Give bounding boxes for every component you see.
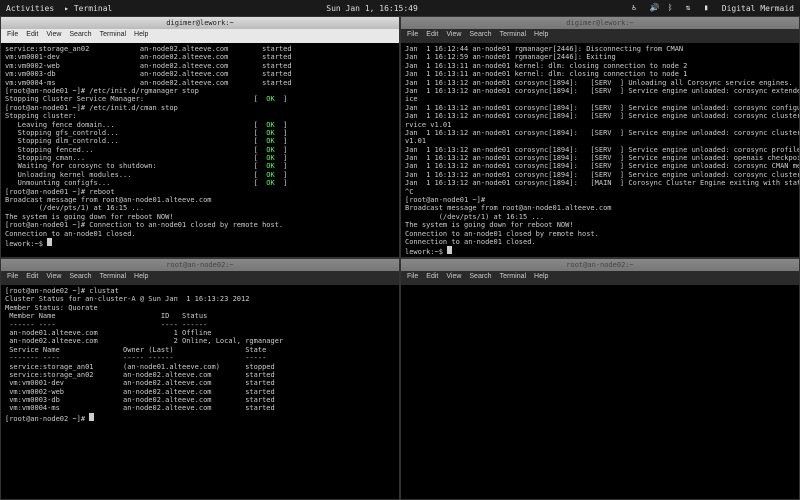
app-menu[interactable]: ▸ Terminal: [64, 4, 112, 13]
menu-terminal[interactable]: Terminal: [500, 31, 526, 41]
titlebar-br[interactable]: root@an-node02:~: [401, 259, 799, 271]
cursor: [447, 246, 452, 254]
menu-view[interactable]: View: [46, 31, 61, 41]
menu-terminal[interactable]: Terminal: [100, 273, 126, 283]
menu-file[interactable]: File: [407, 31, 418, 41]
menu-search[interactable]: Search: [69, 31, 91, 41]
menu-edit[interactable]: Edit: [426, 31, 438, 41]
titlebar-tl[interactable]: digimer@lework:~: [1, 17, 399, 29]
titlebar-bl[interactable]: root@an-node02:~: [1, 259, 399, 271]
terminal-body-tl[interactable]: service:storage_an02 an-node02.alteeve.c…: [1, 43, 399, 257]
terminal-body-br[interactable]: [401, 285, 799, 499]
menu-terminal[interactable]: Terminal: [100, 31, 126, 41]
bluetooth-icon[interactable]: ᛒ: [668, 3, 678, 13]
menu-terminal[interactable]: Terminal: [500, 273, 526, 283]
cursor: [89, 413, 94, 421]
cursor: [47, 238, 52, 246]
menu-edit[interactable]: Edit: [426, 273, 438, 283]
menu-help[interactable]: Help: [134, 31, 148, 41]
terminal-body-bl[interactable]: [root@an-node02 ~]# clustatCluster Statu…: [1, 285, 399, 499]
activities-button[interactable]: Activities: [6, 4, 54, 13]
clock[interactable]: Sun Jan 1, 16:15:49: [112, 4, 631, 13]
gnome-topbar: Activities ▸ Terminal Sun Jan 1, 16:15:4…: [0, 0, 800, 16]
menu-view[interactable]: View: [446, 273, 461, 283]
terminal-body-tr[interactable]: Jan 1 16:12:44 an-node01 rgmanager[2446]…: [401, 43, 799, 257]
terminal-grid: digimer@lework:~ File Edit View Search Termi…: [0, 16, 800, 500]
menu-help[interactable]: Help: [534, 273, 548, 283]
menu-view[interactable]: View: [46, 273, 61, 283]
menu-help[interactable]: Help: [134, 273, 148, 283]
user-menu[interactable]: Digital Mermaid: [722, 4, 794, 13]
menu-view[interactable]: View: [446, 31, 461, 41]
menu-edit[interactable]: Edit: [26, 31, 38, 41]
menubar-br: File Edit View Search Terminal Help: [401, 271, 799, 285]
network-icon[interactable]: ⇅: [686, 3, 696, 13]
terminal-window-br: root@an-node02:~ File Edit View Search Termi…: [400, 258, 800, 500]
terminal-window-bl: root@an-node02:~ File Edit View Search Termi…: [0, 258, 400, 500]
terminal-window-tl: digimer@lework:~ File Edit View Search Termi…: [0, 16, 400, 258]
menu-search[interactable]: Search: [469, 273, 491, 283]
menu-file[interactable]: File: [407, 273, 418, 283]
menu-edit[interactable]: Edit: [26, 273, 38, 283]
menu-file[interactable]: File: [7, 31, 18, 41]
menu-help[interactable]: Help: [534, 31, 548, 41]
menubar-tl: File Edit View Search Terminal Help: [1, 29, 399, 43]
menubar-bl: File Edit View Search Terminal Help: [1, 271, 399, 285]
titlebar-tr[interactable]: digimer@lework:~: [401, 17, 799, 29]
battery-icon[interactable]: ▮: [704, 3, 714, 13]
volume-icon[interactable]: 🔊: [650, 3, 660, 13]
menu-file[interactable]: File: [7, 273, 18, 283]
terminal-window-tr: digimer@lework:~ File Edit View Search Termi…: [400, 16, 800, 258]
menu-search[interactable]: Search: [469, 31, 491, 41]
accessibility-icon[interactable]: ♿: [632, 3, 642, 13]
menubar-tr: File Edit View Search Terminal Help: [401, 29, 799, 43]
menu-search[interactable]: Search: [69, 273, 91, 283]
